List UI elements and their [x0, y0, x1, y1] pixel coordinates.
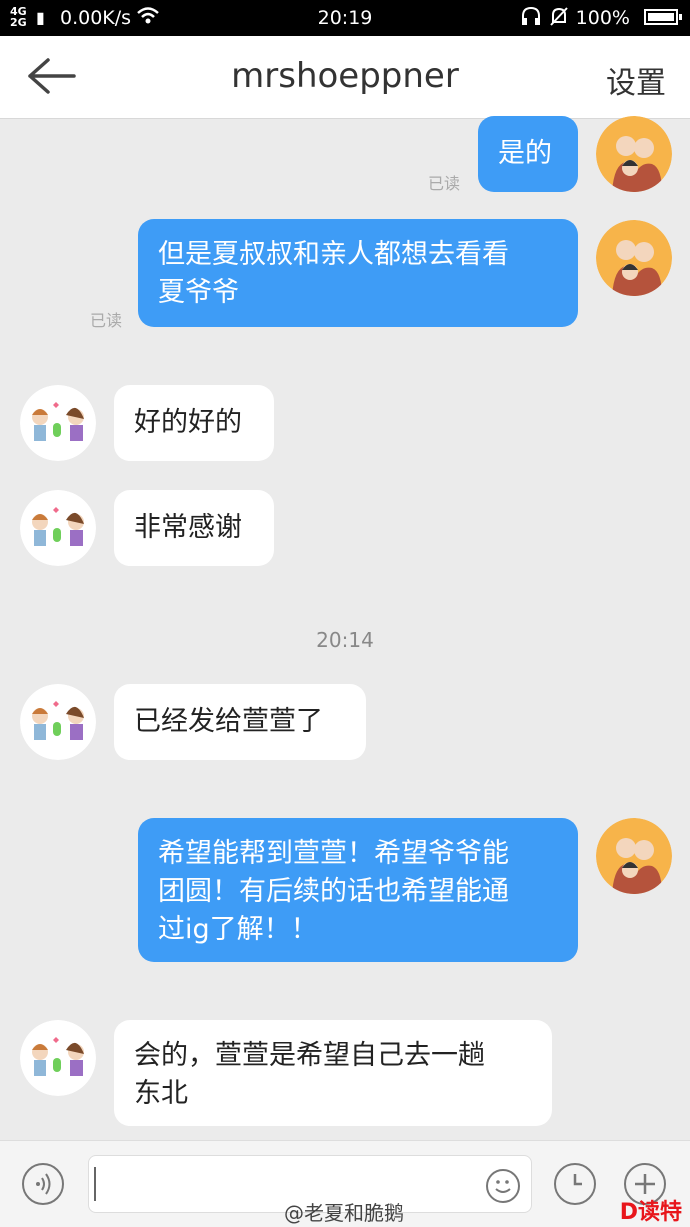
emoji-icon[interactable]: [486, 1169, 520, 1203]
message-text-line: 希望能帮到萱萱！希望爷爷能: [158, 838, 509, 869]
message-text: 好的好的: [134, 407, 242, 438]
settings-button[interactable]: 设置: [606, 58, 666, 102]
headset-icon: [520, 6, 542, 33]
outgoing-message[interactable]: 是的: [478, 116, 578, 192]
clock-icon[interactable]: [554, 1163, 596, 1205]
message-text-line: 东北: [134, 1078, 188, 1109]
message-text-line: 过ig了解！！: [158, 914, 318, 945]
message-text: 是的: [498, 138, 552, 169]
self-avatar[interactable]: [596, 116, 672, 192]
text-cursor: [94, 1167, 96, 1201]
self-avatar[interactable]: [596, 220, 672, 296]
read-receipt: 已读: [428, 174, 461, 193]
voice-input-icon[interactable]: [22, 1163, 64, 1205]
chat-header: mrshoeppner 设置: [0, 36, 690, 119]
mute-bell-icon: [548, 6, 570, 33]
contact-avatar[interactable]: [20, 385, 96, 461]
incoming-message[interactable]: 会的，萱萱是希望自己去一趟 东北: [114, 1020, 552, 1126]
self-avatar[interactable]: [596, 818, 672, 894]
message-text: 非常感谢: [134, 512, 242, 543]
message-text-line: 夏爷爷: [158, 277, 239, 308]
contact-avatar[interactable]: [20, 684, 96, 760]
chat-title: mrshoeppner: [231, 56, 459, 96]
status-bar: 4G 2G ▮ 0.00K/s 20:19 100%: [0, 0, 690, 36]
watermark: @老夏和脆鹅: [284, 1201, 404, 1225]
message-timestamp: 20:14: [316, 628, 374, 652]
outgoing-message[interactable]: 希望能帮到萱萱！希望爷爷能 团圆！有后续的话也希望能通 过ig了解！！: [138, 818, 578, 962]
contact-avatar[interactable]: [20, 1020, 96, 1096]
incoming-message[interactable]: 非常感谢: [114, 490, 274, 566]
incoming-message[interactable]: 好的好的: [114, 385, 274, 461]
message-text-line: 但是夏叔叔和亲人都想去看看: [158, 239, 509, 270]
message-text: 已经发给萱萱了: [134, 706, 323, 737]
battery-percent: 100%: [575, 7, 630, 29]
outgoing-message[interactable]: 但是夏叔叔和亲人都想去看看 夏爷爷: [138, 219, 578, 327]
brand-logo: D读特: [619, 1200, 682, 1225]
incoming-message[interactable]: 已经发给萱萱了: [114, 684, 366, 760]
message-text-line: 会的，萱萱是希望自己去一趟: [134, 1040, 485, 1071]
battery-icon: [644, 9, 682, 25]
read-receipt: 已读: [90, 311, 123, 330]
contact-avatar[interactable]: [20, 490, 96, 566]
message-text-line: 团圆！有后续的话也希望能通: [158, 876, 509, 907]
